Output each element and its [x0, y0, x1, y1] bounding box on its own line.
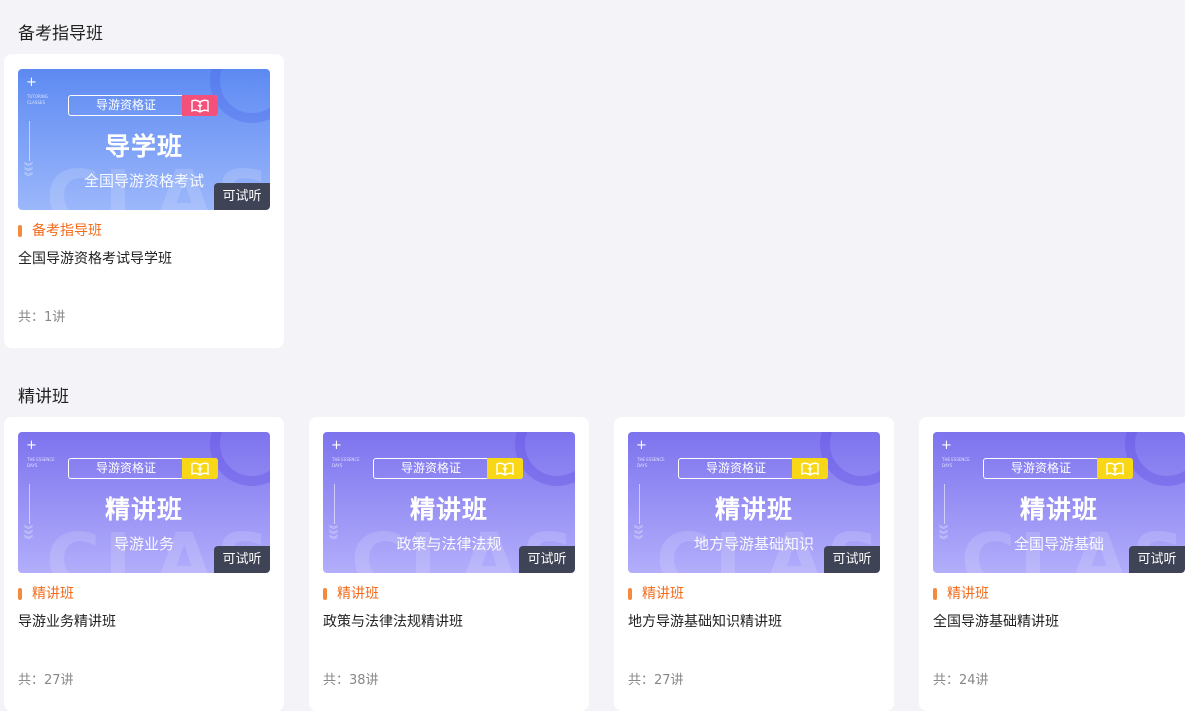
plus-decoration-icon: + — [26, 438, 37, 453]
course-thumbnail[interactable]: CLASS + THE ESSENCE DAYS ︾︾︾ 导游资格证 精讲班 政… — [323, 432, 575, 573]
certificate-tag-label: 导游资格证 — [95, 461, 156, 475]
course-category: 精讲班 — [933, 585, 989, 603]
decorative-circle — [1125, 432, 1185, 486]
plus-decoration-icon: + — [636, 438, 647, 453]
course-card[interactable]: CLASS + THE ESSENCE DAYS ︾︾︾ 导游资格证 精讲班 导… — [4, 417, 284, 711]
course-name[interactable]: 全国导游资格考试导学班 — [18, 250, 172, 268]
course-card[interactable]: CLASS + THE ESSENCE DAYS ︾︾︾ 导游资格证 精讲班 地… — [614, 417, 894, 711]
thumbnail-title: 导学班 — [104, 132, 183, 161]
category-label: 精讲班 — [337, 586, 379, 602]
certificate-tag: 导游资格证 — [68, 95, 218, 116]
course-card[interactable]: CLASS + THE ESSENCE DAYS ︾︾︾ 导游资格证 精讲班 全… — [919, 417, 1185, 711]
section-title-intensive: 精讲班 — [18, 387, 69, 407]
lesson-count: 共：24讲 — [933, 673, 989, 688]
section-title-prep-guidance: 备考指导班 — [18, 24, 103, 44]
certificate-tag: 导游资格证 — [68, 458, 218, 479]
decorative-circle — [210, 69, 270, 123]
trial-listen-badge[interactable]: 可试听 — [1129, 546, 1185, 573]
category-label: 备考指导班 — [32, 223, 102, 239]
book-icon — [182, 95, 218, 116]
trial-listen-badge[interactable]: 可试听 — [824, 546, 880, 573]
book-icon — [1097, 458, 1133, 479]
certificate-tag: 导游资格证 — [678, 458, 828, 479]
course-category: 精讲班 — [628, 585, 684, 603]
course-card[interactable]: CLASS + TUTORING CLASSES ︾︾︾ 导游资格证 导学班 全… — [4, 54, 284, 348]
category-marker — [323, 588, 327, 600]
lesson-count: 共：38讲 — [323, 673, 379, 688]
course-card[interactable]: CLASS + THE ESSENCE DAYS ︾︾︾ 导游资格证 精讲班 政… — [309, 417, 589, 711]
course-category: 精讲班 — [18, 585, 74, 603]
trial-listen-badge[interactable]: 可试听 — [214, 183, 270, 210]
category-marker — [933, 588, 937, 600]
course-thumbnail[interactable]: CLASS + THE ESSENCE DAYS ︾︾︾ 导游资格证 精讲班 地… — [628, 432, 880, 573]
certificate-tag-label: 导游资格证 — [705, 461, 766, 475]
book-icon — [182, 458, 218, 479]
book-icon — [487, 458, 523, 479]
category-label: 精讲班 — [947, 586, 989, 602]
decorative-circle — [515, 432, 575, 486]
thumbnail-caption: THE ESSENCE DAYS — [332, 457, 360, 468]
decorative-circle — [820, 432, 880, 486]
course-name[interactable]: 导游业务精讲班 — [18, 613, 116, 631]
certificate-tag: 导游资格证 — [373, 458, 523, 479]
certificate-tag-label: 导游资格证 — [400, 461, 461, 475]
category-marker — [628, 588, 632, 600]
thumbnail-title: 精讲班 — [104, 495, 183, 524]
lesson-count: 共：27讲 — [628, 673, 684, 688]
thumbnail-caption: THE ESSENCE DAYS — [637, 457, 665, 468]
course-category: 备考指导班 — [18, 222, 102, 240]
certificate-tag-label: 导游资格证 — [95, 98, 156, 112]
thumbnail-caption: THE ESSENCE DAYS — [942, 457, 970, 468]
course-name[interactable]: 全国导游基础精讲班 — [933, 613, 1059, 631]
plus-decoration-icon: + — [331, 438, 342, 453]
course-name[interactable]: 地方导游基础知识精讲班 — [628, 613, 782, 631]
plus-decoration-icon: + — [941, 438, 952, 453]
certificate-tag-label: 导游资格证 — [1010, 461, 1071, 475]
thumbnail-caption: THE ESSENCE DAYS — [27, 457, 55, 468]
course-thumbnail[interactable]: CLASS + THE ESSENCE DAYS ︾︾︾ 导游资格证 精讲班 导… — [18, 432, 270, 573]
category-marker — [18, 588, 22, 600]
lesson-count: 共：1讲 — [18, 310, 66, 325]
certificate-tag: 导游资格证 — [983, 458, 1133, 479]
thumbnail-caption: TUTORING CLASSES — [27, 94, 49, 105]
thumbnail-title: 精讲班 — [1019, 495, 1098, 524]
book-icon — [792, 458, 828, 479]
trial-listen-badge[interactable]: 可试听 — [519, 546, 575, 573]
course-name[interactable]: 政策与法律法规精讲班 — [323, 613, 463, 631]
thumbnail-title: 精讲班 — [409, 495, 488, 524]
thumbnail-title: 精讲班 — [714, 495, 793, 524]
category-marker — [18, 225, 22, 237]
category-label: 精讲班 — [32, 586, 74, 602]
decorative-circle — [210, 432, 270, 486]
course-category: 精讲班 — [323, 585, 379, 603]
lesson-count: 共：27讲 — [18, 673, 74, 688]
trial-listen-badge[interactable]: 可试听 — [214, 546, 270, 573]
course-thumbnail[interactable]: CLASS + THE ESSENCE DAYS ︾︾︾ 导游资格证 精讲班 全… — [933, 432, 1185, 573]
plus-decoration-icon: + — [26, 75, 37, 90]
course-thumbnail[interactable]: CLASS + TUTORING CLASSES ︾︾︾ 导游资格证 导学班 全… — [18, 69, 270, 210]
category-label: 精讲班 — [642, 586, 684, 602]
